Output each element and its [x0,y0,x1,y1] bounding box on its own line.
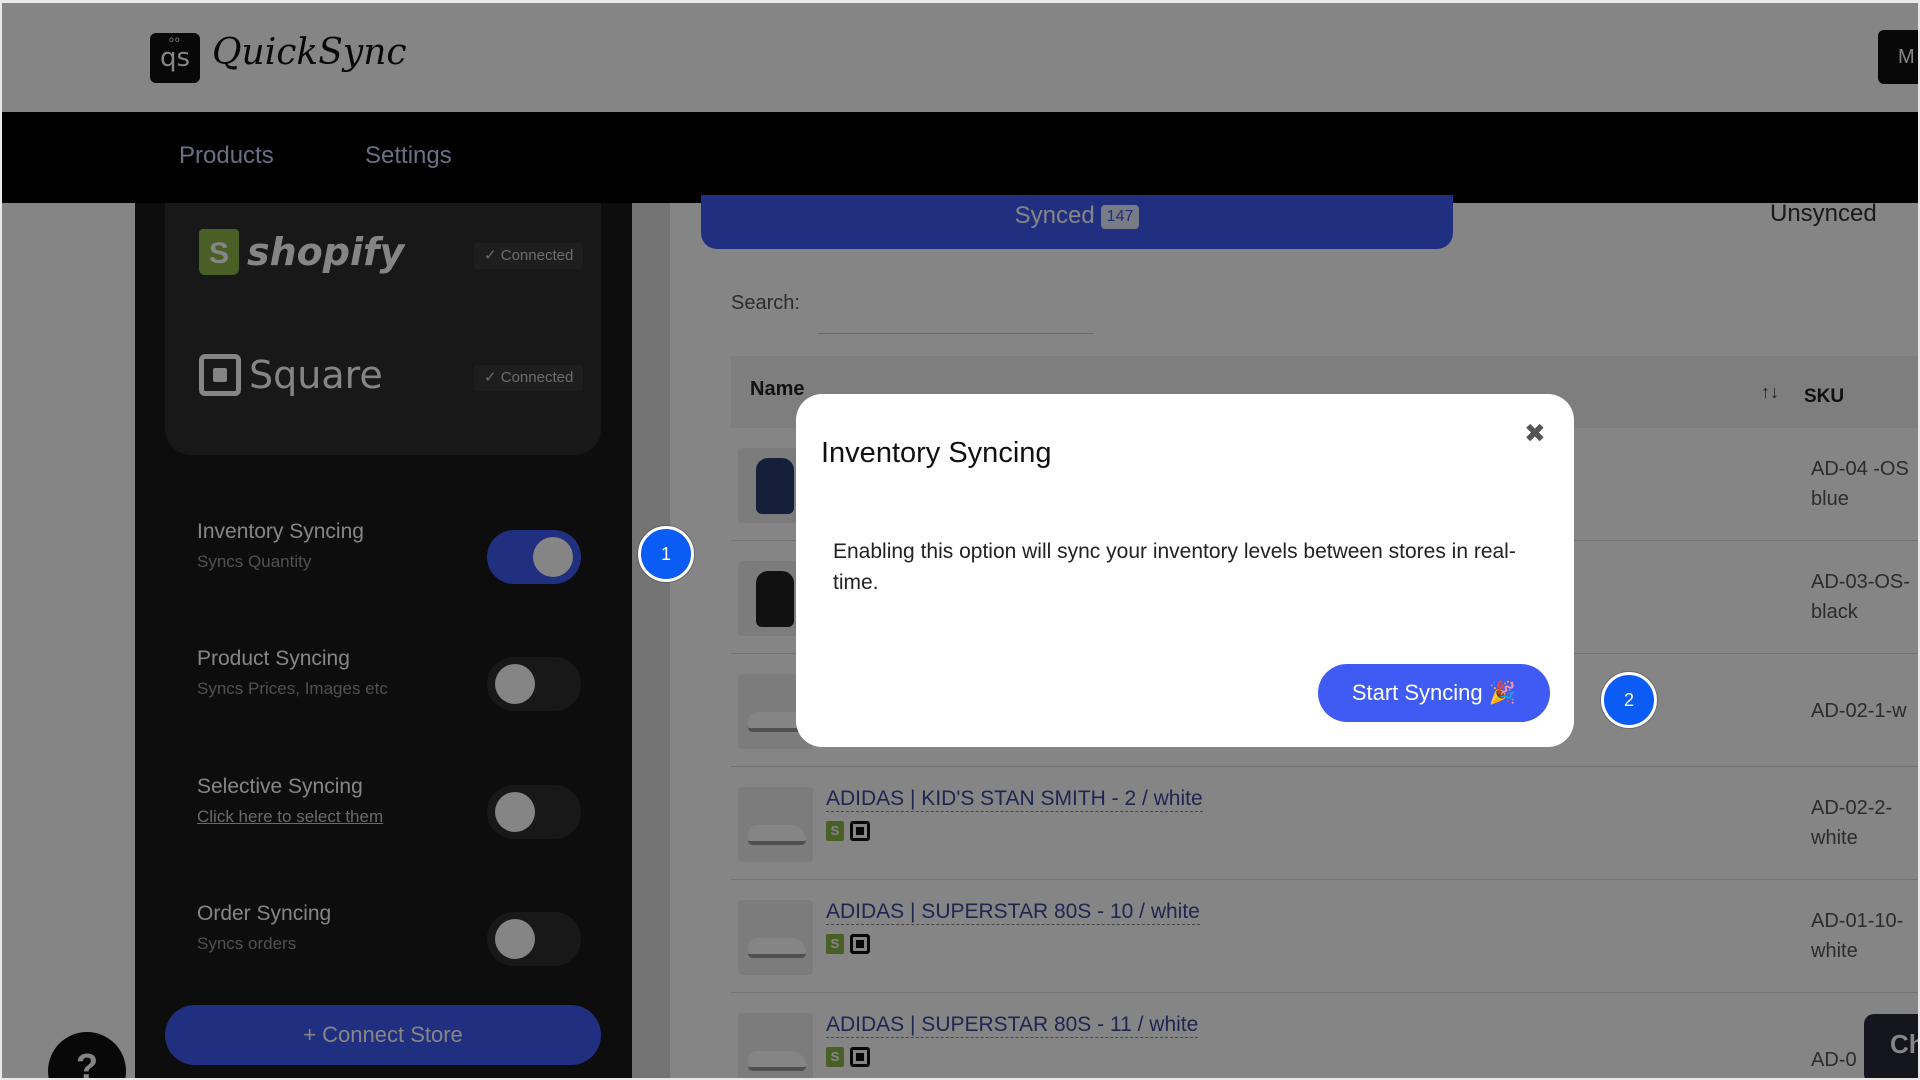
modal-description: Enabling this option will sync your inve… [833,540,1516,594]
inventory-syncing-modal: Inventory Syncing ✖ Enabling this option… [796,394,1574,747]
close-icon[interactable]: ✖ [1524,420,1546,446]
step-marker-2: 2 [1601,672,1657,728]
start-syncing-button[interactable]: Start Syncing 🎉 [1318,664,1550,722]
modal-title: Inventory Syncing [821,437,1052,469]
step-marker-1: 1 [638,526,694,582]
